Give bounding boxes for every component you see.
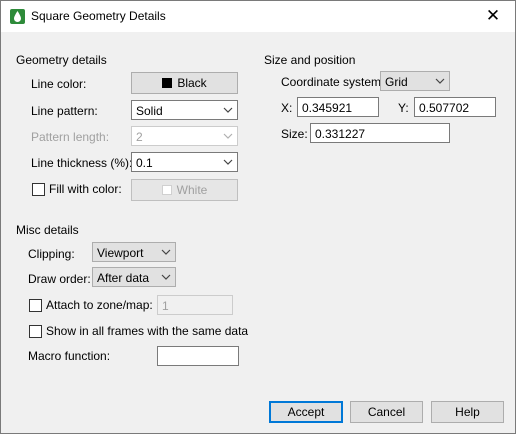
x-label: X: [281,101,293,115]
size-input[interactable]: 0.331227 [310,123,450,143]
y-value: 0.507702 [419,101,470,115]
dialog-window: Square Geometry Details ✕ Geometry detai… [0,0,516,434]
close-icon[interactable]: ✕ [475,1,511,31]
pattern-length-label: Pattern length: [31,130,110,144]
fill-color-button[interactable]: White [131,179,238,201]
line-pattern-label: Line pattern: [31,104,98,118]
fill-with-color-label: Fill with color: [49,182,122,196]
attach-zone-map-value: 1 [162,299,169,313]
line-color-label: Line color: [31,77,87,91]
clipping-label: Clipping: [28,247,75,261]
line-thickness-dropdown[interactable]: 0.1 [131,152,238,172]
fill-with-color-checkbox[interactable] [32,183,45,196]
coordinate-system-label: Coordinate system: [281,75,385,89]
size-position-heading: Size and position [264,53,356,67]
accept-button[interactable]: Accept [269,401,343,423]
window-title: Square Geometry Details [31,9,166,23]
chevron-down-icon [223,133,233,139]
fill-color-value: White [176,183,208,197]
line-thickness-label: Line thickness (%): [31,156,133,170]
size-value: 0.331227 [315,127,366,141]
y-label: Y: [398,101,409,115]
chevron-down-icon [223,159,233,165]
line-pattern-value: Solid [136,104,163,118]
show-all-frames-label: Show in all frames with the same data [46,324,249,338]
clipping-value: Viewport [97,246,144,260]
line-color-value: Black [177,76,207,90]
title-bar[interactable]: Square Geometry Details ✕ [1,1,515,32]
size-label: Size: [281,127,308,141]
app-logo-icon [10,9,25,24]
chevron-down-icon [161,274,171,280]
x-input[interactable]: 0.345921 [297,97,379,117]
chevron-down-icon [435,78,445,84]
line-pattern-dropdown[interactable]: Solid [131,100,238,120]
coordinate-system-dropdown[interactable]: Grid [380,71,450,91]
x-value: 0.345921 [302,101,353,115]
chevron-down-icon [223,107,233,113]
line-thickness-value: 0.1 [136,156,153,170]
geometry-details-heading: Geometry details [16,53,107,67]
draw-order-value: After data [97,271,150,285]
macro-function-label: Macro function: [28,349,111,363]
draw-order-dropdown[interactable]: After data [92,267,176,287]
pattern-length-value: 2 [136,130,143,144]
fill-color-swatch [161,185,172,195]
chevron-down-icon [161,249,171,255]
coordinate-system-value: Grid [385,75,408,89]
attach-zone-map-label: Attach to zone/map: [46,298,153,312]
y-input[interactable]: 0.507702 [414,97,496,117]
line-color-swatch [162,78,173,88]
cancel-button[interactable]: Cancel [350,401,423,423]
clipping-dropdown[interactable]: Viewport [92,242,176,262]
attach-zone-map-input[interactable]: 1 [157,295,233,315]
draw-order-label: Draw order: [28,272,91,286]
show-all-frames-checkbox[interactable] [29,325,42,338]
pattern-length-dropdown[interactable]: 2 [131,126,238,146]
attach-zone-map-checkbox[interactable] [29,299,42,312]
misc-details-heading: Misc details [16,223,79,237]
help-button[interactable]: Help [431,401,504,423]
line-color-button[interactable]: Black [131,72,238,94]
macro-function-input[interactable] [157,346,239,366]
